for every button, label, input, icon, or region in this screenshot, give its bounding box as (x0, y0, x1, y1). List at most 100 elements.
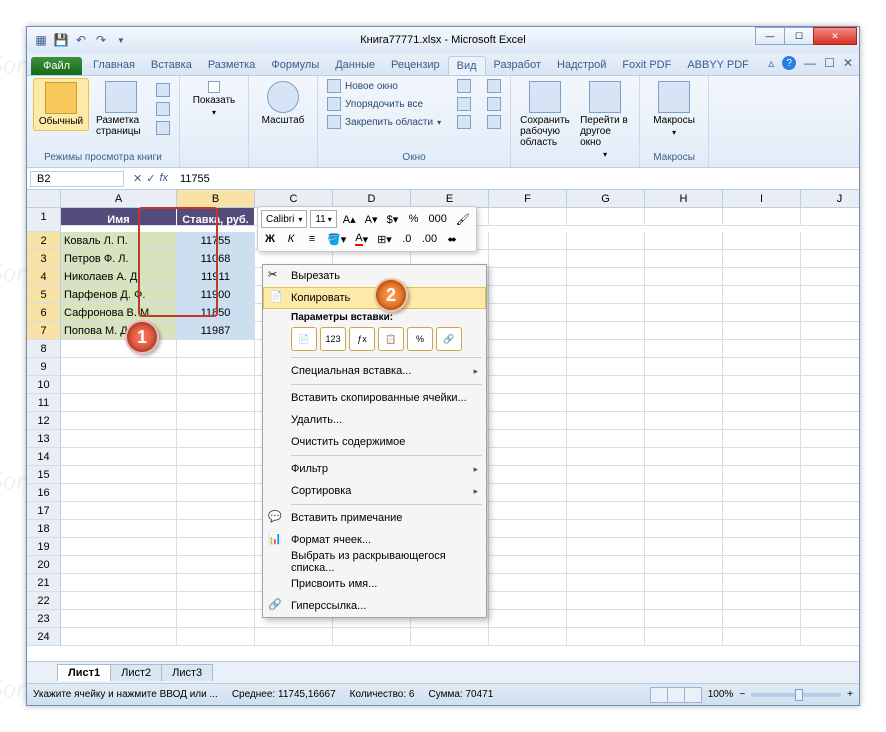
cell-J20[interactable] (801, 556, 859, 574)
cell-J16[interactable] (801, 484, 859, 502)
row-header-23[interactable]: 23 (27, 610, 61, 628)
save-icon[interactable]: 💾 (53, 32, 69, 48)
cell-H12[interactable] (645, 412, 723, 430)
sync-1[interactable] (484, 78, 504, 94)
cell-I24[interactable] (723, 628, 801, 646)
cell-I13[interactable] (723, 430, 801, 448)
row-header-6[interactable]: 6 (27, 304, 61, 322)
bold-button[interactable]: Ж (261, 230, 279, 248)
ctx-define-name[interactable]: Присвоить имя... (263, 573, 486, 595)
cell-B22[interactable] (177, 592, 255, 610)
cell-G7[interactable] (567, 322, 645, 340)
cell-G11[interactable] (567, 394, 645, 412)
cell-F3[interactable] (489, 250, 567, 268)
cell-I1[interactable] (723, 208, 801, 226)
ctx-dropdown-list[interactable]: Выбрать из раскрывающегося списка... (263, 551, 486, 573)
cell-I18[interactable] (723, 520, 801, 538)
ribbon-tab-5[interactable]: Рецензир (383, 56, 448, 75)
name-box[interactable]: B2 (30, 171, 124, 187)
cell-I15[interactable] (723, 466, 801, 484)
row-header-14[interactable]: 14 (27, 448, 61, 466)
cell-G10[interactable] (567, 376, 645, 394)
row-header-16[interactable]: 16 (27, 484, 61, 502)
formula-input[interactable]: 11755 (174, 172, 859, 186)
comma-icon[interactable]: 000 (425, 210, 449, 228)
align-center-icon[interactable]: ≡ (303, 230, 321, 248)
cell-G18[interactable] (567, 520, 645, 538)
cell-A24[interactable] (61, 628, 177, 646)
money-format-icon[interactable]: $▾ (383, 210, 401, 228)
cell-I8[interactable] (723, 340, 801, 358)
cell-F9[interactable] (489, 358, 567, 376)
row-header-2[interactable]: 2 (27, 232, 61, 250)
macros-button[interactable]: Макросы▾ (646, 78, 702, 140)
font-color-icon[interactable]: A▾ (352, 230, 371, 248)
cell-H13[interactable] (645, 430, 723, 448)
undo-icon[interactable]: ↶ (73, 32, 89, 48)
cell-B3[interactable]: 11068 (177, 250, 255, 268)
hide-button[interactable] (454, 96, 474, 112)
cell-F24[interactable] (489, 628, 567, 646)
cell-F14[interactable] (489, 448, 567, 466)
cell-I19[interactable] (723, 538, 801, 556)
col-header-J[interactable]: J (801, 190, 859, 208)
cell-D24[interactable] (333, 628, 411, 646)
row-header-21[interactable]: 21 (27, 574, 61, 592)
cell-H17[interactable] (645, 502, 723, 520)
cell-H5[interactable] (645, 286, 723, 304)
cell-A17[interactable] (61, 502, 177, 520)
cell-A19[interactable] (61, 538, 177, 556)
ribbon-tab-7[interactable]: Разработ (486, 56, 549, 75)
ctx-cut[interactable]: ✂Вырезать (263, 265, 486, 287)
cell-A6[interactable]: Сафронова В. М. (61, 304, 177, 322)
paste-option-3[interactable]: 📋 (378, 327, 404, 351)
cell-I14[interactable] (723, 448, 801, 466)
cell-H24[interactable] (645, 628, 723, 646)
sheet-tab-2[interactable]: Лист3 (161, 664, 213, 681)
cell-H2[interactable] (645, 232, 723, 250)
cell-H8[interactable] (645, 340, 723, 358)
cell-B17[interactable] (177, 502, 255, 520)
ribbon-small-2[interactable] (153, 101, 173, 117)
cell-B11[interactable] (177, 394, 255, 412)
paste-option-4[interactable]: % (407, 327, 433, 351)
ctx-format-cells[interactable]: 📊Формат ячеек... (263, 529, 486, 551)
row-header-19[interactable]: 19 (27, 538, 61, 556)
cell-H23[interactable] (645, 610, 723, 628)
cell-A16[interactable] (61, 484, 177, 502)
fx-icon[interactable]: fx (159, 172, 168, 185)
paste-option-5[interactable]: 🔗 (436, 327, 462, 351)
cell-J9[interactable] (801, 358, 859, 376)
cell-G14[interactable] (567, 448, 645, 466)
cell-B24[interactable] (177, 628, 255, 646)
cell-F5[interactable] (489, 286, 567, 304)
ribbon-tab-4[interactable]: Данные (327, 56, 383, 75)
row-header-17[interactable]: 17 (27, 502, 61, 520)
ctx-hyperlink[interactable]: 🔗Гиперссылка... (263, 595, 486, 617)
zoom-in-icon[interactable]: + (847, 689, 853, 700)
cell-G16[interactable] (567, 484, 645, 502)
cell-A7[interactable]: Попова М. Д. (61, 322, 177, 340)
col-header-I[interactable]: I (723, 190, 801, 208)
cell-I21[interactable] (723, 574, 801, 592)
paste-option-1[interactable]: 123 (320, 327, 346, 351)
cell-H20[interactable] (645, 556, 723, 574)
new-window-button[interactable]: Новое окно (324, 78, 444, 94)
row-header-13[interactable]: 13 (27, 430, 61, 448)
cell-I20[interactable] (723, 556, 801, 574)
row-header-22[interactable]: 22 (27, 592, 61, 610)
col-header-A[interactable]: A (61, 190, 177, 208)
cell-J1[interactable] (801, 208, 859, 226)
fill-color-icon[interactable]: 🪣▾ (324, 230, 349, 248)
ribbon-tab-3[interactable]: Формулы (263, 56, 327, 75)
doc-restore-icon[interactable]: ☐ (824, 56, 835, 70)
fb-cancel-icon[interactable]: ✕ (133, 172, 142, 185)
cell-B8[interactable] (177, 340, 255, 358)
ribbon-tab-9[interactable]: Foxit PDF (614, 56, 679, 75)
cell-I22[interactable] (723, 592, 801, 610)
row-header-12[interactable]: 12 (27, 412, 61, 430)
cell-G24[interactable] (567, 628, 645, 646)
cell-G12[interactable] (567, 412, 645, 430)
qat-dropdown-icon[interactable]: ▼ (113, 32, 129, 48)
cell-F12[interactable] (489, 412, 567, 430)
